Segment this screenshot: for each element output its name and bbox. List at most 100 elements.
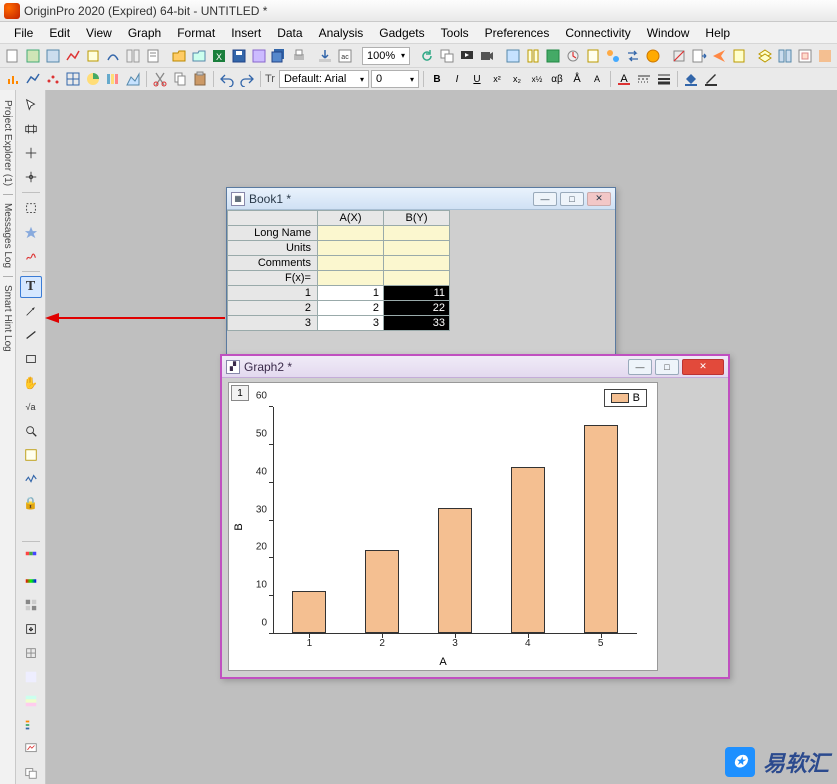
open-template-button[interactable] bbox=[190, 47, 208, 65]
screen-reader-tool[interactable] bbox=[20, 142, 42, 164]
bar[interactable] bbox=[365, 550, 399, 633]
increase-font-button[interactable]: Å bbox=[568, 70, 586, 88]
new-workbook-button[interactable] bbox=[24, 47, 42, 65]
meta-row-longname[interactable]: Long Name bbox=[228, 226, 318, 241]
plot-type-7-button[interactable] bbox=[124, 70, 142, 88]
font-combo[interactable]: Default: Arial▾ bbox=[279, 70, 369, 88]
y-axis-title[interactable]: B bbox=[233, 523, 245, 530]
cell[interactable]: 11 bbox=[384, 286, 450, 301]
cell[interactable] bbox=[318, 241, 384, 256]
copy-button[interactable] bbox=[171, 70, 189, 88]
column-header-a[interactable]: A(X) bbox=[318, 211, 384, 226]
video-button[interactable] bbox=[478, 47, 496, 65]
layer-number[interactable]: 1 bbox=[231, 385, 249, 401]
cell[interactable] bbox=[384, 241, 450, 256]
palette-1-button[interactable] bbox=[20, 546, 42, 568]
menu-format[interactable]: Format bbox=[169, 24, 223, 42]
bar[interactable] bbox=[584, 425, 618, 633]
undo-button[interactable] bbox=[218, 70, 236, 88]
scale-in-tool[interactable] bbox=[20, 118, 42, 140]
open-button[interactable] bbox=[170, 47, 188, 65]
plot-type-2-button[interactable] bbox=[24, 70, 42, 88]
menu-window[interactable]: Window bbox=[639, 24, 698, 42]
x-axis-title[interactable]: A bbox=[439, 656, 446, 668]
plot-type-1-button[interactable] bbox=[4, 70, 22, 88]
new-layout-button[interactable] bbox=[124, 47, 142, 65]
cell[interactable]: 33 bbox=[384, 316, 450, 331]
meta-row-fx[interactable]: F(x)= bbox=[228, 271, 318, 286]
menu-preferences[interactable]: Preferences bbox=[477, 24, 558, 42]
menu-help[interactable]: Help bbox=[697, 24, 738, 42]
show-data-button[interactable] bbox=[20, 690, 42, 712]
bar[interactable] bbox=[511, 467, 545, 633]
menu-file[interactable]: File bbox=[6, 24, 41, 42]
book-minimize-button[interactable]: — bbox=[533, 192, 557, 206]
graph-titlebar[interactable]: ▞ Graph2 * — □ ✕ bbox=[222, 356, 728, 378]
zoom-pan-tool[interactable] bbox=[20, 420, 42, 442]
row-header[interactable]: 1 bbox=[228, 286, 318, 301]
show-grid-button[interactable] bbox=[20, 642, 42, 664]
graph-export-button[interactable] bbox=[20, 738, 42, 760]
cell[interactable] bbox=[318, 256, 384, 271]
menu-graph[interactable]: Graph bbox=[120, 24, 169, 42]
slide-show-button[interactable] bbox=[458, 47, 476, 65]
menu-insert[interactable]: Insert bbox=[223, 24, 269, 42]
menu-gadgets[interactable]: Gadgets bbox=[371, 24, 432, 42]
greek-button[interactable]: αβ bbox=[548, 70, 566, 88]
smart-hint-log-tab[interactable]: Smart Hint Log bbox=[2, 281, 13, 356]
notes-button[interactable] bbox=[730, 47, 748, 65]
zoom-combo[interactable]: 100%▾ bbox=[362, 47, 410, 65]
new-excel-button[interactable] bbox=[44, 47, 62, 65]
corner-cell[interactable] bbox=[228, 211, 318, 226]
plot-type-6-button[interactable] bbox=[104, 70, 122, 88]
cell[interactable]: 1 bbox=[318, 286, 384, 301]
menu-edit[interactable]: Edit bbox=[41, 24, 78, 42]
cell[interactable]: 22 bbox=[384, 301, 450, 316]
pointer-tool[interactable] bbox=[20, 94, 42, 116]
bar[interactable] bbox=[438, 508, 472, 633]
cell[interactable]: 2 bbox=[318, 301, 384, 316]
row-header[interactable]: 2 bbox=[228, 301, 318, 316]
bar[interactable] bbox=[292, 591, 326, 633]
new-notes-button[interactable] bbox=[144, 47, 162, 65]
book-titlebar[interactable]: ▦ Book1 * — □ ✕ bbox=[227, 188, 615, 210]
cell[interactable]: 3 bbox=[318, 316, 384, 331]
line-color-pick-button[interactable] bbox=[702, 70, 720, 88]
rescale-button[interactable] bbox=[670, 47, 688, 65]
graph-maximize-button[interactable]: □ bbox=[655, 359, 679, 375]
subscript-button[interactable]: x₂ bbox=[508, 70, 526, 88]
line-style-button[interactable] bbox=[635, 70, 653, 88]
layer-bg-button[interactable] bbox=[20, 666, 42, 688]
paste-button[interactable] bbox=[191, 70, 209, 88]
selection-tool[interactable] bbox=[20, 197, 42, 219]
batch-button[interactable] bbox=[604, 47, 622, 65]
add-column-button[interactable] bbox=[524, 47, 542, 65]
save-all-button[interactable] bbox=[270, 47, 288, 65]
transfer-button[interactable] bbox=[624, 47, 642, 65]
project-explorer-tab[interactable]: Project Explorer (1) bbox=[2, 96, 13, 190]
extract-button[interactable] bbox=[796, 47, 814, 65]
palette-2-button[interactable] bbox=[20, 570, 42, 592]
decrease-font-button[interactable]: A bbox=[588, 70, 606, 88]
new-function-button[interactable] bbox=[104, 47, 122, 65]
font-size-combo[interactable]: 0▾ bbox=[371, 70, 419, 88]
menu-tools[interactable]: Tools bbox=[433, 24, 477, 42]
send-graph-button[interactable] bbox=[710, 47, 728, 65]
graph-minimize-button[interactable]: — bbox=[628, 359, 652, 375]
underline-button[interactable]: U bbox=[468, 70, 486, 88]
meta-row-comments[interactable]: Comments bbox=[228, 256, 318, 271]
plot-type-4-button[interactable] bbox=[64, 70, 82, 88]
export-graph-button[interactable] bbox=[690, 47, 708, 65]
supersub-button[interactable]: x½ bbox=[528, 70, 546, 88]
pan-tool[interactable]: ✋ bbox=[20, 372, 42, 394]
italic-button[interactable]: I bbox=[448, 70, 466, 88]
new-project-button[interactable] bbox=[4, 47, 22, 65]
graph-close-button[interactable]: ✕ bbox=[682, 359, 724, 375]
fill-color-pick-button[interactable] bbox=[682, 70, 700, 88]
cell[interactable] bbox=[384, 271, 450, 286]
fill-color-button[interactable] bbox=[816, 47, 834, 65]
legend-button[interactable] bbox=[20, 714, 42, 736]
import-wizard-button[interactable] bbox=[316, 47, 334, 65]
digitizer-button[interactable] bbox=[504, 47, 522, 65]
code-builder-button[interactable] bbox=[544, 47, 562, 65]
